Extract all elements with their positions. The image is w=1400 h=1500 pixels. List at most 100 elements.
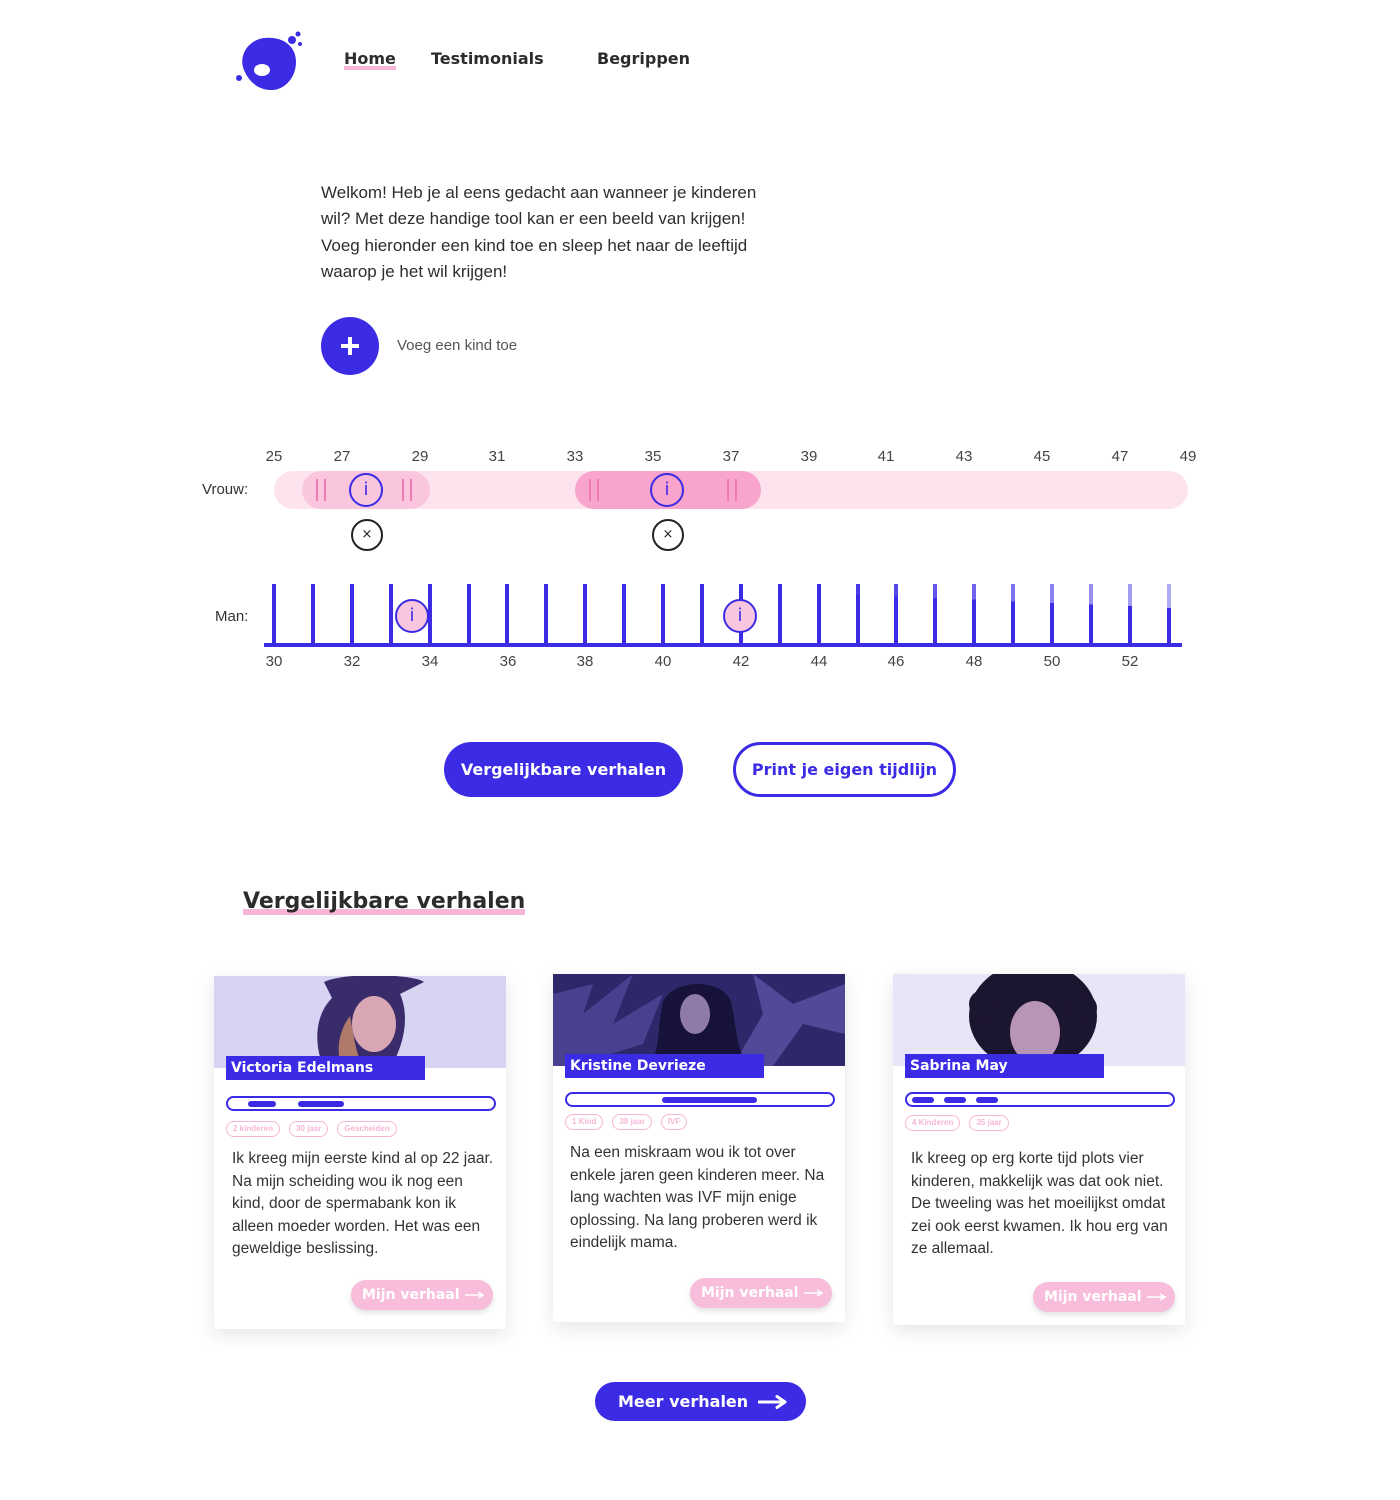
man-age-tick[interactable] (817, 584, 821, 644)
info-icon[interactable]: i (650, 473, 684, 507)
man-tick-label: 34 (421, 653, 439, 670)
remove-child-icon[interactable]: × (652, 519, 684, 551)
my-story-label: Mijn verhaal (362, 1287, 460, 1303)
man-axis-line (264, 643, 1182, 647)
info-icon[interactable]: i (723, 599, 757, 633)
my-story-button[interactable]: Mijn verhaal (1033, 1282, 1175, 1312)
intro-line: wil? Met deze handige tool kan er een be… (321, 209, 746, 229)
man-age-tick[interactable] (272, 584, 276, 644)
man-age-tick[interactable] (972, 584, 976, 644)
man-age-tick[interactable] (389, 584, 393, 644)
man-tick-label: 30 (265, 653, 283, 670)
man-age-tick[interactable] (856, 584, 860, 644)
man-tick-label: 32 (343, 653, 361, 670)
story-card[interactable]: Victoria Edelmans 2 kinderen 30 jaar Ges… (214, 976, 506, 1329)
man-age-tick[interactable] (661, 584, 665, 644)
woman-tick-label: 49 (1179, 448, 1197, 465)
story-tag: 1 Kind (565, 1114, 604, 1130)
story-author: Sabrina May (905, 1054, 1104, 1078)
story-tag: 35 jaar (969, 1115, 1009, 1131)
my-story-button[interactable]: Mijn verhaal (351, 1280, 493, 1310)
print-timeline-button[interactable]: Print je eigen tijdlijn (733, 742, 956, 797)
my-story-button[interactable]: Mijn verhaal (690, 1278, 832, 1308)
man-age-tick[interactable] (350, 584, 354, 644)
arrow-right-icon (465, 1291, 485, 1299)
man-age-tick[interactable] (778, 584, 782, 644)
man-age-tick[interactable] (933, 584, 937, 644)
drag-handle[interactable] (727, 479, 737, 501)
info-icon[interactable]: i (349, 473, 383, 507)
man-age-tick[interactable] (700, 584, 704, 644)
story-tag: Gescheiden (337, 1121, 397, 1137)
timeline-mini-bar (905, 1092, 1175, 1107)
man-age-tick[interactable] (622, 584, 626, 644)
intro-line: Voeg hieronder een kind toe en sleep het… (321, 235, 748, 255)
nav-home[interactable]: Home (344, 49, 396, 70)
story-card[interactable]: Sabrina May 4 Kinderen 35 jaar Ik kreeg … (893, 974, 1185, 1325)
man-tick-label: 40 (654, 653, 672, 670)
man-tick-label: 36 (499, 653, 517, 670)
portrait-image (214, 976, 506, 1068)
man-age-tick[interactable] (583, 584, 587, 644)
story-author: Kristine Devrieze (565, 1054, 764, 1078)
man-age-tick[interactable] (544, 584, 548, 644)
arrow-right-icon (758, 1395, 787, 1409)
add-child-button[interactable] (321, 317, 379, 375)
section-title: Vergelijkbare verhalen (243, 889, 526, 914)
man-tick-label: 42 (732, 653, 750, 670)
woman-label: Vrouw: (202, 481, 249, 498)
timeline-mini-segment (912, 1097, 934, 1103)
story-text: Ik kreeg op erg korte tijd plots vier ki… (911, 1150, 1168, 1257)
man-tick-label: 50 (1043, 653, 1061, 670)
plus-icon (341, 337, 359, 355)
timeline-mini-segment (662, 1097, 757, 1103)
portrait-image (893, 974, 1185, 1066)
man-tick-label: 52 (1121, 653, 1139, 670)
man-age-tick[interactable] (1128, 584, 1132, 644)
timeline-mini-bar (226, 1096, 496, 1111)
woman-tick-label: 29 (411, 448, 429, 465)
man-age-tick[interactable] (505, 584, 509, 644)
woman-tick-label: 35 (644, 448, 662, 465)
blob-logo-icon[interactable] (234, 30, 306, 92)
remove-child-icon[interactable]: × (351, 519, 383, 551)
story-text: Ik kreeg mijn eerste kind al op 22 jaar.… (232, 1150, 494, 1257)
nav-begrippen[interactable]: Begrippen (597, 49, 690, 68)
drag-handle[interactable] (316, 479, 326, 501)
story-tag: IVF (660, 1114, 688, 1130)
my-story-label: Mijn verhaal (1044, 1289, 1142, 1305)
man-age-tick[interactable] (467, 584, 471, 644)
timeline-mini-segment (976, 1097, 998, 1103)
man-age-tick[interactable] (311, 584, 315, 644)
woman-tick-label: 43 (955, 448, 973, 465)
man-age-tick[interactable] (1089, 584, 1093, 644)
add-child-label: Voeg een kind toe (397, 337, 518, 354)
info-icon[interactable]: i (395, 599, 429, 633)
intro-text: Welkom! Heb je al eens gedacht aan wanne… (321, 180, 791, 285)
similar-stories-button[interactable]: Vergelijkbare verhalen (444, 742, 683, 797)
man-age-tick[interactable] (1050, 584, 1054, 644)
portrait-image (553, 974, 845, 1066)
man-age-tick[interactable] (1011, 584, 1015, 644)
story-tags: 4 Kinderen 35 jaar (905, 1115, 1009, 1131)
drag-handle[interactable] (589, 479, 599, 501)
man-tick-label: 44 (810, 653, 828, 670)
story-text: Na een miskraam wou ik tot over enkele j… (570, 1144, 825, 1251)
nav-testimonials[interactable]: Testimonials (431, 49, 544, 68)
man-age-tick[interactable] (894, 584, 898, 644)
story-tag: 30 jaar (289, 1121, 329, 1137)
intro-line: waarop je het wil krijgen! (321, 261, 508, 281)
intro-line: Welkom! Heb je al eens gedacht aan wanne… (321, 183, 757, 202)
woman-tick-label: 39 (800, 448, 818, 465)
story-tag: 38 jaar (612, 1114, 652, 1130)
man-tick-label: 38 (576, 653, 594, 670)
more-stories-button[interactable]: Meer verhalen (595, 1382, 806, 1421)
man-age-tick[interactable] (1167, 584, 1171, 644)
story-card[interactable]: Kristine Devrieze 1 Kind 38 jaar IVF Na … (553, 974, 845, 1322)
story-tag: 2 kinderen (226, 1121, 281, 1137)
timeline-mini-segment (298, 1101, 344, 1107)
drag-handle[interactable] (402, 479, 412, 501)
story-tags: 2 kinderen 30 jaar Gescheiden (226, 1121, 397, 1137)
woman-tick-label: 41 (877, 448, 895, 465)
woman-tick-label: 25 (265, 448, 283, 465)
